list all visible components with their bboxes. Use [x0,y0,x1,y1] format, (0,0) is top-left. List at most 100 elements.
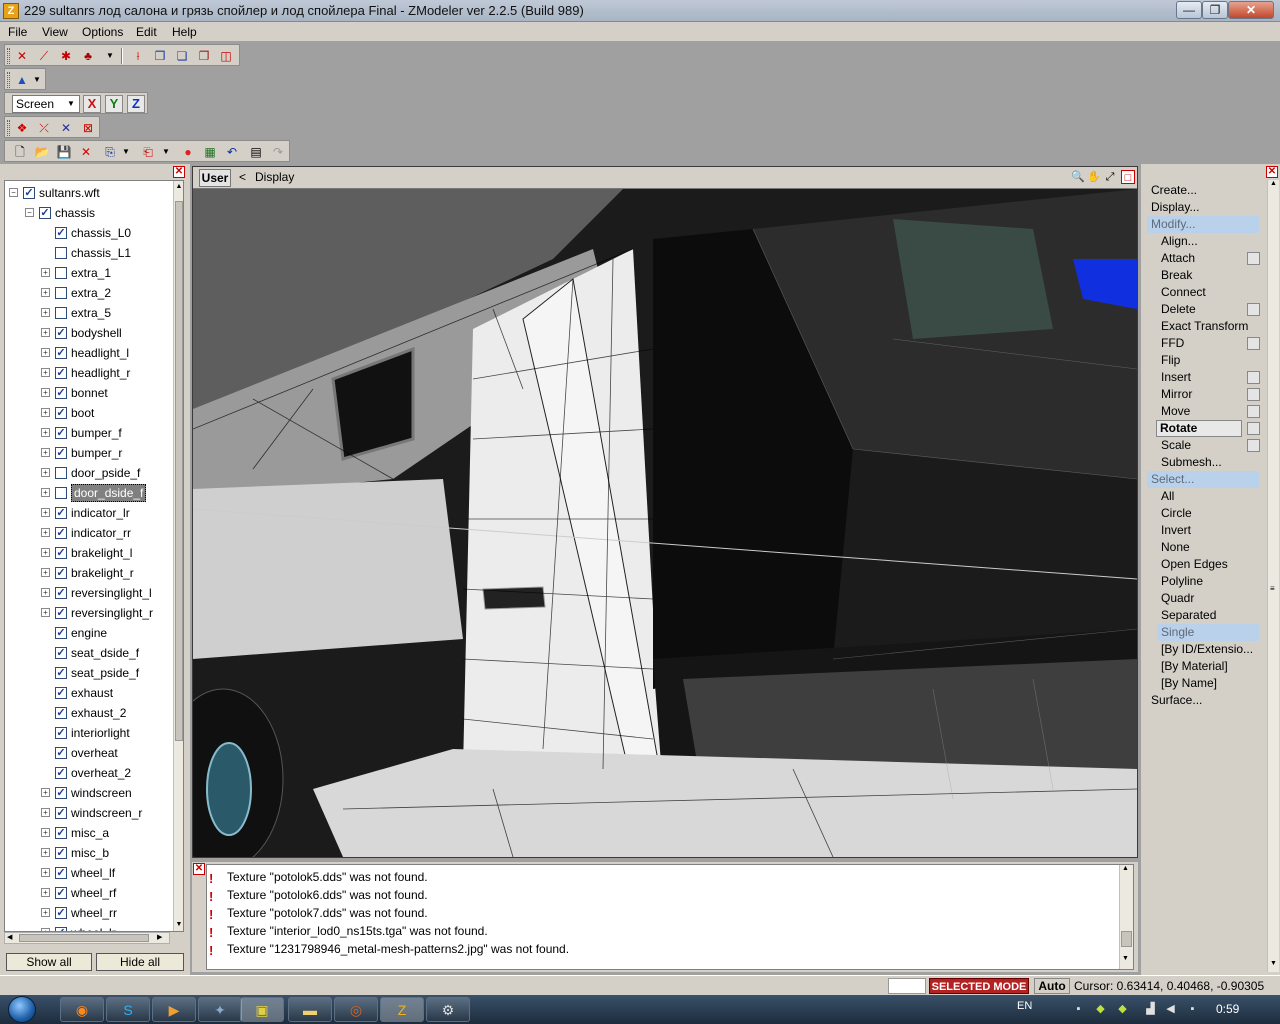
command-item[interactable]: Align... [1161,233,1198,250]
scroll-up-icon[interactable]: ▲ [1122,865,1129,872]
hide-all-button[interactable]: Hide all [96,953,184,971]
mode-arrow[interactable]: < [239,170,246,184]
expand-icon[interactable]: + [41,368,50,377]
command-options-box[interactable] [1247,405,1260,418]
firefox-icon[interactable]: ◉ [60,997,104,1022]
tree-node[interactable]: +✓wheel_lr [5,923,171,931]
scroll-grip-icon[interactable]: ≡ [1270,584,1275,593]
scroll-thumb[interactable] [1121,931,1132,947]
collapse-icon[interactable]: − [9,188,18,197]
tree-node[interactable]: ✓ overheat [5,743,171,763]
command-item[interactable]: Insert [1161,369,1191,386]
expand-icon[interactable]: + [41,428,50,437]
tree-node[interactable]: ✓ seat_dside_f [5,643,171,663]
tree-node[interactable]: + ✓ wheel_lf [5,863,171,883]
command-item[interactable]: Quadr [1161,590,1194,607]
expand-icon[interactable]: + [41,908,50,917]
axis-x-toggle[interactable]: X [83,95,101,113]
visibility-checkbox[interactable]: ✓ [55,327,67,339]
command-item[interactable]: Rotate [1156,420,1242,437]
command-item[interactable]: FFD [1161,335,1184,352]
visibility-checkbox[interactable]: ✓ [55,627,67,639]
expand-icon[interactable]: + [41,548,50,557]
command-item[interactable]: [By Name] [1161,675,1217,692]
scroll-up-icon[interactable]: ▲ [174,181,183,193]
scale-tool-icon[interactable]: ✕ [57,119,75,137]
tree-node[interactable]: + ✓ headlight_r [5,363,171,383]
material-editor-icon[interactable]: ▦ [201,143,219,161]
expand-icon[interactable]: + [41,488,50,497]
maximize-viewport-icon[interactable]: ⤢ [1103,170,1117,184]
import-icon[interactable]: ⎘ [101,143,119,161]
visibility-checkbox[interactable]: ✓ [55,447,67,459]
tree-node[interactable]: + ✓ bodyshell [5,323,171,343]
tree-node[interactable]: − ✓ chassis [5,203,171,223]
visibility-checkbox[interactable]: ✓ [55,867,67,879]
tray-android-icon[interactable]: ◆ [1116,1003,1129,1016]
zmodeler-taskbar-icon[interactable]: Z [380,997,424,1022]
visibility-checkbox[interactable] [55,487,67,499]
visibility-checkbox[interactable]: ✓ [55,727,67,739]
tree-node[interactable]: + ✓ brakelight_l [5,543,171,563]
visibility-checkbox[interactable]: ✓ [55,787,67,799]
visibility-checkbox[interactable]: ✓ [55,567,67,579]
command-options-box[interactable] [1247,439,1260,452]
visibility-checkbox[interactable] [55,467,67,479]
visibility-checkbox[interactable]: ✓ [55,707,67,719]
log-scrollbar[interactable]: ▲ ▼ [1119,865,1133,969]
record-icon[interactable]: ● [179,143,197,161]
command-item[interactable]: Single [1157,624,1259,641]
expand-icon[interactable]: + [41,868,50,877]
coord-system-select[interactable]: Screen ▼ [12,95,80,113]
tree-node[interactable]: + ✓ reversinglight_l [5,583,171,603]
visibility-checkbox[interactable] [55,307,67,319]
axis-z-toggle[interactable]: Z [127,95,145,113]
close-button[interactable]: ✕ [1228,1,1274,19]
tree-node[interactable]: + ✓ windscreen_r [5,803,171,823]
command-item[interactable]: Invert [1161,522,1191,539]
command-options-box[interactable] [1247,337,1260,350]
undo-icon[interactable]: ↶ [223,143,241,161]
media-player-icon[interactable]: ▶ [152,997,196,1022]
tree-node[interactable]: ✓ engine [5,623,171,643]
visibility-checkbox[interactable]: ✓ [55,387,67,399]
toolbar-grip[interactable] [7,72,10,88]
pivot-arrow-icon[interactable]: ▲ [13,71,31,89]
scroll-left-icon[interactable]: ◀ [7,933,12,943]
command-item[interactable]: [By ID/Extensio... [1161,641,1253,658]
tree-node[interactable]: + extra_1 [5,263,171,283]
visibility-checkbox[interactable]: ✓ [55,847,67,859]
select-object-icon[interactable]: ♣ [79,47,97,65]
save-icon[interactable]: 💾 [55,143,73,161]
command-item[interactable]: Open Edges [1161,556,1228,573]
command-item[interactable]: Submesh... [1161,454,1222,471]
expand-icon[interactable]: + [41,448,50,457]
expand-icon[interactable]: + [41,788,50,797]
tree-node[interactable]: ✓ exhaust_2 [5,703,171,723]
command-item[interactable]: Separated [1161,607,1216,624]
cube-icon[interactable]: ❒ [151,47,169,65]
visibility-checkbox[interactable]: ✓ [55,427,67,439]
dropdown-arrow-icon[interactable]: ▼ [31,71,43,89]
expand-icon[interactable]: + [41,348,50,357]
volume-icon[interactable]: ◀ [1164,1003,1177,1016]
scroll-down-icon[interactable]: ▼ [174,919,183,931]
visibility-checkbox[interactable]: ✓ [55,907,67,919]
visibility-checkbox[interactable]: ✓ [55,527,67,539]
menu-view[interactable]: View [42,25,68,39]
command-item[interactable]: Move [1161,403,1190,420]
command-item[interactable]: Attach [1161,250,1195,267]
export-icon[interactable]: ⎗ [139,143,157,161]
archive-icon[interactable]: ▣ [240,997,284,1022]
command-item[interactable]: [By Material] [1161,658,1228,675]
close-icon[interactable]: ✕ [193,863,205,875]
graph-tool-icon[interactable]: ⊠ [79,119,97,137]
tree-node[interactable]: + door_dside_f [5,483,171,503]
visibility-checkbox[interactable]: ✓ [55,367,67,379]
visibility-checkbox[interactable] [55,267,67,279]
expand-icon[interactable]: + [41,468,50,477]
select-vertex-icon[interactable]: ✕ [13,47,31,65]
tray-icon[interactable]: ▪ [1072,1003,1085,1016]
dropdown-arrow-icon[interactable]: ▼ [121,143,131,161]
command-item[interactable]: All [1161,488,1174,505]
